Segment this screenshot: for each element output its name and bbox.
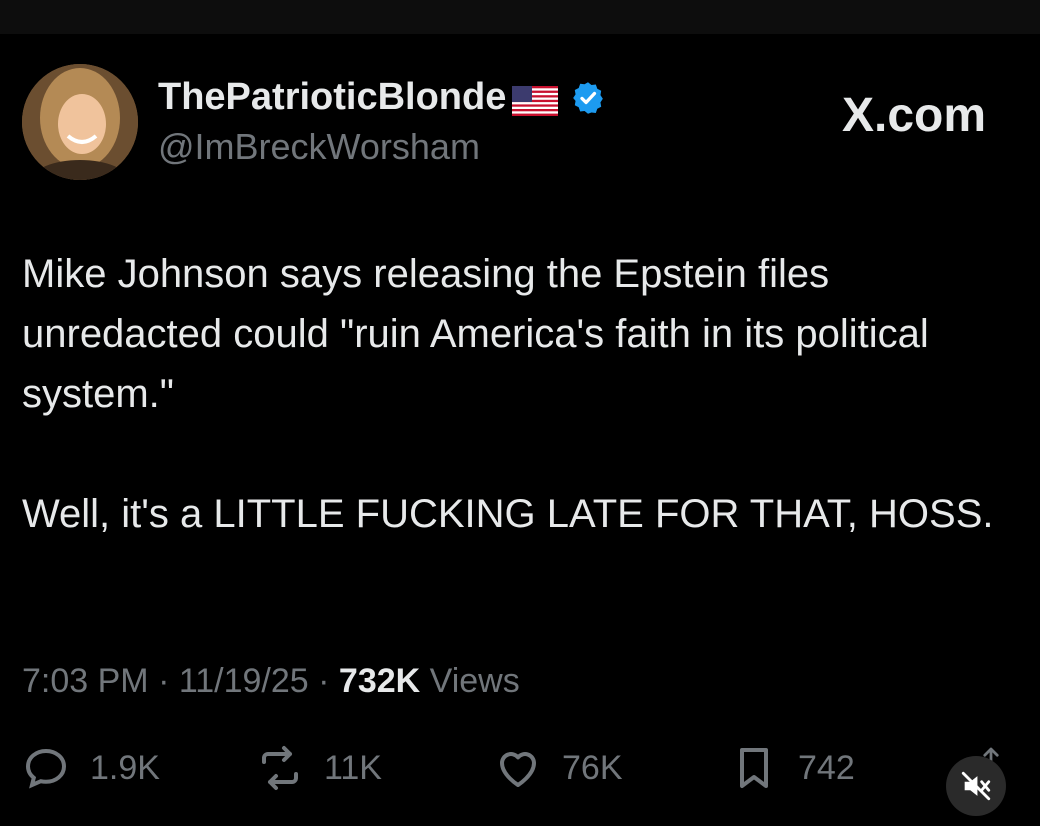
avatar-illustration	[22, 64, 138, 180]
us-flag-icon	[512, 83, 559, 116]
handle[interactable]: @ImBreckWorsham	[158, 126, 480, 168]
meta-separator: ·	[158, 662, 179, 700]
heart-icon	[500, 752, 536, 787]
like-button[interactable]: 76K	[494, 742, 623, 794]
bookmark-icon	[740, 748, 768, 788]
bookmark-count: 742	[798, 748, 855, 787]
views-count: 732K	[338, 662, 421, 700]
display-name[interactable]: ThePatrioticBlonde	[158, 76, 506, 119]
reply-button[interactable]: 1.9K	[22, 742, 160, 794]
avatar[interactable]	[22, 64, 138, 180]
like-count: 76K	[562, 748, 623, 787]
mute-button[interactable]	[946, 756, 1006, 816]
tweet-text: Mike Johnson says releasing the Epstein …	[22, 252, 994, 536]
repost-button[interactable]: 11K	[256, 742, 382, 794]
repost-count: 11K	[324, 748, 382, 787]
verified-badge-icon	[570, 80, 606, 116]
brand-label: X.com	[842, 89, 987, 142]
reply-count: 1.9K	[90, 748, 160, 787]
top-bar	[0, 0, 1040, 34]
display-name-row: ThePatrioticBlonde	[158, 76, 606, 119]
bookmark-button[interactable]: 742	[730, 742, 855, 794]
repost-icon	[262, 746, 298, 790]
tweet-date[interactable]: 11/19/25	[179, 662, 309, 700]
meta-separator: ·	[318, 662, 339, 700]
muted-speaker-icon	[961, 771, 991, 801]
tweet-meta: 7:03 PM · 11/19/25 · 732K Views	[22, 662, 520, 701]
views-label: Views	[429, 662, 520, 700]
reply-icon	[25, 748, 67, 789]
tweet-time[interactable]: 7:03 PM	[22, 662, 149, 700]
